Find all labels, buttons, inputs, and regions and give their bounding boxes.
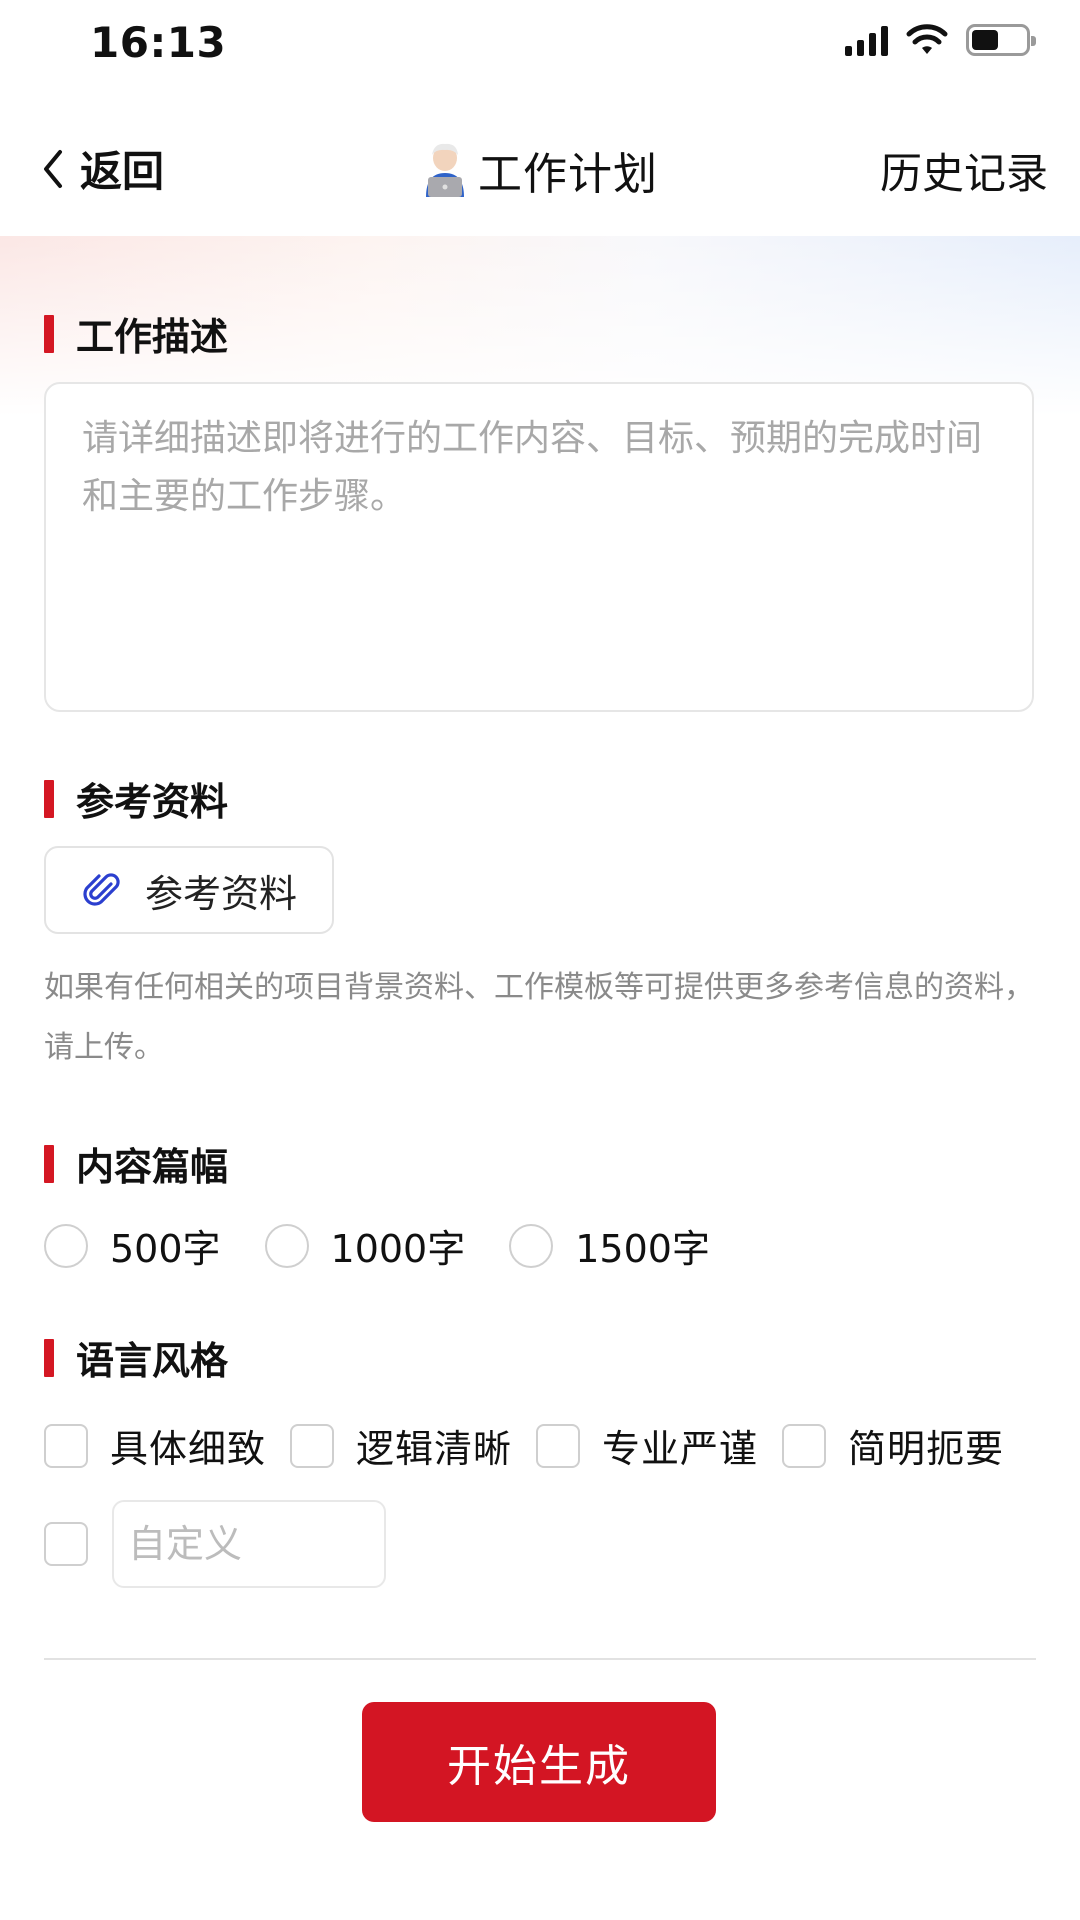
history-button[interactable]: 历史记录 xyxy=(880,140,1048,201)
radio-label: 500字 xyxy=(110,1227,221,1271)
work-plan-page: 16:13 返回 工作计划 历史记录 工作描述 请详细描述即将进行的工作内容、目… xyxy=(0,0,1080,1920)
wifi-icon xyxy=(906,24,948,54)
length-option-1000[interactable]: 1000字 xyxy=(264,1218,466,1273)
radio-button[interactable] xyxy=(264,1223,309,1268)
section-accent-bar xyxy=(44,1144,54,1183)
section-style-header: 语言风格 xyxy=(44,1330,228,1385)
reference-hint: 如果有任何相关的项目背景资料、工作模板等可提供更多参考信息的资料，请上传。 xyxy=(44,970,1034,1065)
style-custom-row xyxy=(44,1522,112,1566)
radio-label: 1000字 xyxy=(330,1227,466,1271)
section-length-header: 内容篇幅 xyxy=(44,1136,228,1191)
section-accent-bar xyxy=(44,779,54,818)
divider xyxy=(44,1658,1036,1660)
back-button[interactable]: 返回 xyxy=(40,138,164,199)
radio-label: 1500字 xyxy=(575,1227,710,1271)
section-reference-header: 参考资料 xyxy=(44,771,228,826)
page-title-group: 工作计划 xyxy=(420,138,658,202)
style-option-detailed[interactable]: 具体细致 xyxy=(44,1418,266,1473)
paperclip-icon xyxy=(83,873,120,906)
style-option-custom[interactable] xyxy=(44,1522,88,1566)
technologist-emoji-icon xyxy=(426,143,464,197)
checkbox-label: 简明扼要 xyxy=(848,1427,1005,1471)
length-options: 500字 1000字 1500字 xyxy=(44,1218,754,1273)
checkbox[interactable] xyxy=(536,1423,581,1468)
checkbox[interactable] xyxy=(290,1423,335,1468)
page-title: 工作计划 xyxy=(478,149,658,200)
checkbox[interactable] xyxy=(44,1423,88,1468)
checkbox-label: 具体细致 xyxy=(110,1427,267,1471)
chevron-left-icon xyxy=(44,149,62,188)
radio-button[interactable] xyxy=(44,1223,88,1268)
section-style-title: 语言风格 xyxy=(76,1339,229,1383)
upload-reference-label: 参考资料 xyxy=(144,871,297,916)
section-length-title: 内容篇幅 xyxy=(76,1145,229,1189)
status-icons xyxy=(845,24,1036,56)
generate-button[interactable]: 开始生成 xyxy=(362,1702,716,1822)
section-accent-bar xyxy=(44,314,54,353)
description-box xyxy=(44,382,1034,712)
checkbox-label: 专业严谨 xyxy=(602,1427,759,1471)
length-option-500[interactable]: 500字 xyxy=(44,1218,221,1273)
style-option-concise[interactable]: 简明扼要 xyxy=(782,1418,1004,1473)
upload-reference-button[interactable]: 参考资料 xyxy=(44,846,334,934)
signal-icon xyxy=(845,24,888,56)
status-time: 16:13 xyxy=(90,18,227,67)
style-option-logical[interactable]: 逻辑清晰 xyxy=(290,1418,512,1473)
nav-bar: 返回 工作计划 历史记录 xyxy=(0,120,1080,220)
style-option-professional[interactable]: 专业严谨 xyxy=(536,1418,758,1473)
custom-checkbox[interactable] xyxy=(44,1522,88,1566)
checkbox[interactable] xyxy=(782,1423,827,1468)
radio-button[interactable] xyxy=(509,1223,554,1268)
section-reference-title: 参考资料 xyxy=(76,780,229,824)
battery-level xyxy=(972,30,998,50)
section-description-title: 工作描述 xyxy=(76,315,229,359)
length-option-1500[interactable]: 1500字 xyxy=(509,1218,710,1273)
checkbox-label: 逻辑清晰 xyxy=(356,1427,513,1471)
description-textarea[interactable] xyxy=(82,410,996,684)
status-bar: 16:13 xyxy=(0,0,1080,90)
style-options: 具体细致 逻辑清晰 专业严谨 简明扼要 xyxy=(44,1418,1028,1473)
section-description-header: 工作描述 xyxy=(44,306,228,361)
back-label: 返回 xyxy=(80,147,165,196)
section-accent-bar xyxy=(44,1338,54,1377)
battery-icon xyxy=(966,24,1036,56)
custom-style-input[interactable] xyxy=(112,1500,386,1588)
